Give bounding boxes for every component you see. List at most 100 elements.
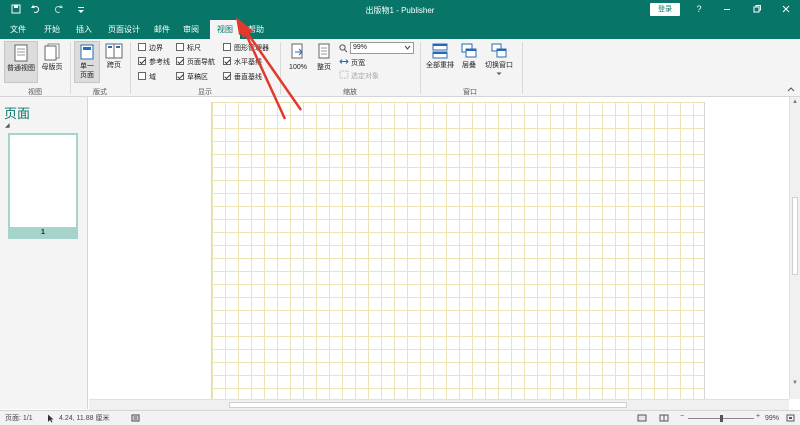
page-thumbnail[interactable]: 1 <box>8 133 78 239</box>
views-group-label: 视图 <box>28 89 42 96</box>
page-thumbnail-preview <box>10 135 76 227</box>
zoom-100-icon <box>291 43 303 59</box>
zoom-slider-knob[interactable] <box>720 415 723 422</box>
title-bar: 出版物1 - Publisher 登录 ? <box>0 0 800 20</box>
master-page-icon <box>44 43 60 61</box>
ribbon: 普通视图 母版页 视图 单一 页面 跨页 版式 边界 参考线 域 标尺 页面导航… <box>0 39 800 97</box>
restore-icon[interactable] <box>750 4 764 17</box>
boundaries-label: 边界 <box>149 45 163 52</box>
fields-checkbox[interactable]: 域 <box>138 72 156 83</box>
cascade-icon <box>461 43 477 58</box>
tab-view[interactable]: 视图 <box>210 20 240 39</box>
arrange-all-button[interactable]: 全部重排 <box>424 41 456 83</box>
vertical-baselines-label: 垂直基线 <box>234 74 262 81</box>
whole-page-icon <box>318 43 330 59</box>
cascade-button[interactable]: 层叠 <box>458 41 480 83</box>
help-icon[interactable]: ? <box>692 4 706 15</box>
login-button[interactable]: 登录 <box>650 3 680 16</box>
scratch-area-box <box>176 72 184 80</box>
chevron-down-icon <box>404 43 411 57</box>
object-size-icon <box>131 414 140 425</box>
zoom-out-icon[interactable]: − <box>680 412 684 421</box>
vertical-baselines-checkbox[interactable]: 垂直基线 <box>223 72 262 83</box>
tab-mailings[interactable]: 邮件 <box>148 20 176 39</box>
zoom-group-label: 缩放 <box>343 89 357 96</box>
collapse-ribbon-icon[interactable] <box>787 85 795 94</box>
scratch-area-checkbox[interactable]: 草稿区 <box>176 72 208 83</box>
window-group-label: 窗口 <box>463 89 477 96</box>
normal-view-icon <box>14 44 28 62</box>
tab-file[interactable]: 文件 <box>4 20 32 39</box>
guides-label: 参考线 <box>149 59 170 66</box>
status-page: 页面: 1/1 <box>5 415 33 422</box>
switch-windows-button[interactable]: 切换窗口 <box>482 41 516 83</box>
scratch-area-label: 草稿区 <box>187 74 208 81</box>
vertical-scrollbar[interactable]: ▲ ▼ <box>789 97 800 399</box>
guides-box <box>138 57 146 65</box>
two-page-spread-icon <box>105 43 123 59</box>
ribbon-tabs: 文件 开始 插入 页面设计 邮件 审阅 视图 帮助 <box>0 20 800 39</box>
normal-view-status-icon[interactable] <box>637 414 647 425</box>
graphics-manager-checkbox[interactable]: 图形管理器 <box>223 43 269 54</box>
zoom-slider[interactable] <box>688 415 754 422</box>
scroll-down-icon[interactable]: ▼ <box>790 380 800 386</box>
minimize-icon[interactable] <box>720 4 734 17</box>
horizontal-baselines-box <box>223 57 231 65</box>
pages-pane-collapse-icon[interactable]: ◢ <box>5 122 10 129</box>
tab-help[interactable]: 帮助 <box>242 20 270 39</box>
zoom-search-icon <box>339 44 348 55</box>
close-icon[interactable] <box>779 4 793 17</box>
master-page-button[interactable]: 母版页 <box>39 41 65 83</box>
boundaries-checkbox[interactable]: 边界 <box>138 43 163 54</box>
publication-page[interactable] <box>211 102 705 399</box>
graphics-manager-label: 图形管理器 <box>234 45 269 52</box>
two-page-spread-label: 跨页 <box>107 62 121 69</box>
scroll-up-icon[interactable]: ▲ <box>790 99 800 105</box>
horizontal-scroll-thumb[interactable] <box>229 402 627 408</box>
show-group-label: 显示 <box>198 89 212 96</box>
selected-objects-label: 选定对象 <box>351 73 379 80</box>
fit-page-icon[interactable] <box>786 414 795 425</box>
tab-insert[interactable]: 插入 <box>70 20 98 39</box>
pages-pane: 页面 ◢ 1 <box>0 97 88 409</box>
tab-review[interactable]: 审阅 <box>177 20 205 39</box>
horizontal-baselines-checkbox[interactable]: 水平基线 <box>223 57 262 68</box>
switch-windows-label: 切换窗口 <box>485 62 513 69</box>
normal-view-button[interactable]: 普通视图 <box>4 41 38 83</box>
tab-home[interactable]: 开始 <box>38 20 66 39</box>
tab-page-design[interactable]: 页面设计 <box>104 20 144 39</box>
guides-checkbox[interactable]: 参考线 <box>138 57 170 68</box>
selected-objects-button[interactable]: 选定对象 <box>339 70 379 82</box>
normal-view-label: 普通视图 <box>7 65 35 72</box>
layout-group-label: 版式 <box>93 89 107 96</box>
pages-pane-title: 页面 <box>4 106 31 121</box>
boundaries-box <box>138 43 146 51</box>
horizontal-scrollbar[interactable] <box>89 399 789 410</box>
selected-objects-icon <box>339 70 349 79</box>
whole-page-button[interactable]: 整页 <box>313 41 335 83</box>
horizontal-baselines-label: 水平基线 <box>234 59 262 66</box>
vertical-scroll-thumb[interactable] <box>792 197 798 275</box>
window-title: 出版物1 - Publisher <box>365 6 435 15</box>
cascade-label: 层叠 <box>462 62 476 69</box>
switch-windows-icon <box>491 43 507 58</box>
arrange-all-label: 全部重排 <box>426 62 454 69</box>
page-navigation-checkbox[interactable]: 页面导航 <box>176 57 215 68</box>
rulers-label: 标尺 <box>187 45 201 52</box>
zoom-select[interactable]: 99% <box>350 42 414 54</box>
page-width-button[interactable]: 页宽 <box>339 57 365 69</box>
single-page-label-2: 页面 <box>80 72 94 79</box>
rulers-checkbox[interactable]: 标尺 <box>176 43 201 54</box>
single-page-label-1: 单一 <box>80 63 94 70</box>
single-page-icon <box>80 44 94 60</box>
two-page-spread-button[interactable]: 跨页 <box>102 41 126 83</box>
master-page-status-icon[interactable] <box>659 414 669 425</box>
status-bar: 页面: 1/1 4.24, 11.88 厘米 − + 99% <box>0 410 800 425</box>
page-width-icon <box>339 59 349 64</box>
single-page-button[interactable]: 单一 页面 <box>74 41 100 83</box>
zoom-100-button[interactable]: 100% <box>286 41 310 83</box>
status-zoom[interactable]: 99% <box>765 414 779 423</box>
zoom-100-label: 100% <box>289 64 307 71</box>
status-position: 4.24, 11.88 厘米 <box>59 415 110 422</box>
zoom-in-icon[interactable]: + <box>756 412 760 421</box>
